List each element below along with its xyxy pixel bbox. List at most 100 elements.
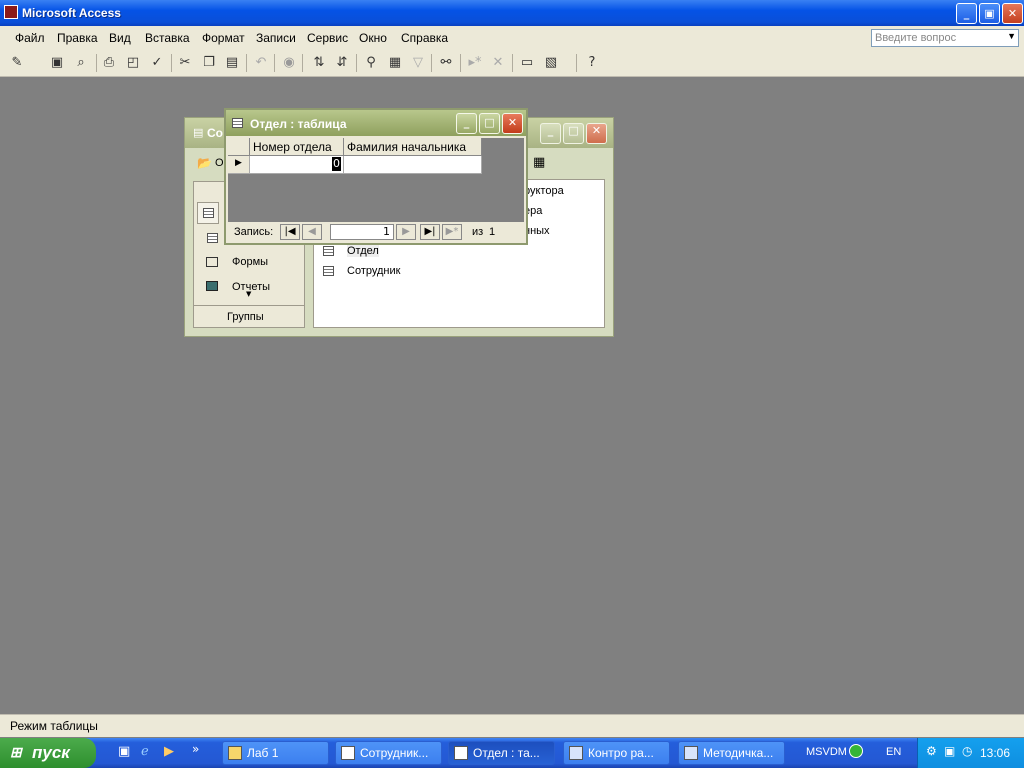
previous-record-button[interactable]: ◀ — [302, 224, 322, 240]
reports-label[interactable]: Отчеты — [232, 281, 270, 290]
task-metodichka[interactable]: Методичка... — [678, 741, 785, 765]
search-file-icon[interactable]: ⌕ — [72, 54, 90, 72]
task-kontrol[interactable]: Контро ра... — [563, 741, 670, 765]
filter-selection-icon[interactable]: ⚲ — [362, 54, 380, 72]
table-item-sotrudnik[interactable]: Сотрудник — [347, 265, 400, 277]
menu-window[interactable]: Окно — [359, 31, 387, 45]
database-icon: ▤ — [193, 126, 204, 139]
task-sotrudnik[interactable]: Сотрудник... — [335, 741, 442, 765]
record-count: 1 — [489, 226, 496, 238]
clock[interactable]: 13:06 — [980, 746, 1010, 760]
monitor-icon[interactable]: ▣ — [944, 744, 955, 758]
table-item-otdel[interactable]: Отдел — [347, 245, 379, 257]
paste-icon[interactable]: ▤ — [223, 54, 241, 72]
first-record-button[interactable]: |◀ — [280, 224, 300, 240]
hyperlink-icon[interactable]: ◉ — [280, 54, 298, 72]
forms-icon[interactable] — [206, 257, 218, 267]
find-icon[interactable]: ⚯ — [437, 54, 455, 72]
menu-edit[interactable]: Правка — [57, 31, 98, 45]
table-maximize-button[interactable]: □ — [479, 113, 500, 134]
chevron-down-icon[interactable]: ▼ — [246, 290, 251, 298]
language-indicator[interactable]: EN — [886, 746, 901, 758]
scheduler-icon[interactable]: ◷ — [962, 744, 972, 758]
sort-descending-icon[interactable]: ⇵ — [333, 54, 351, 72]
row-selector[interactable]: ▶ — [228, 156, 250, 174]
media-player-icon[interactable]: ▶ — [164, 744, 174, 759]
table-minimize-button[interactable]: _ — [456, 113, 477, 134]
tables-object-button[interactable] — [197, 202, 219, 224]
apply-filter-icon[interactable]: ▽ — [409, 54, 427, 72]
save-icon[interactable]: ▣ — [48, 54, 66, 72]
last-record-button[interactable]: ▶| — [420, 224, 440, 240]
word-icon — [684, 746, 698, 760]
menu-help[interactable]: Справка — [401, 31, 448, 45]
db-close-button[interactable]: ✕ — [586, 123, 607, 144]
reports-icon[interactable] — [206, 281, 218, 291]
undo-icon[interactable]: ↶ — [252, 54, 270, 72]
database-window-icon[interactable]: ▭ — [518, 54, 536, 72]
sort-ascending-icon[interactable]: ⇅ — [310, 54, 328, 72]
menu-format[interactable]: Формат — [202, 31, 245, 45]
table-icon — [323, 246, 334, 256]
more-icon[interactable]: » — [192, 742, 199, 756]
menu-insert[interactable]: Вставка — [145, 31, 190, 45]
table-cell[interactable]: 0 — [250, 156, 344, 174]
list-item[interactable]: руктора — [524, 185, 564, 197]
help-icon[interactable]: ? — [583, 54, 601, 72]
menu-file[interactable]: Файл — [15, 31, 45, 45]
print-icon[interactable]: ⎙ — [100, 54, 118, 72]
row-selector-header[interactable] — [228, 138, 250, 156]
minimize-button[interactable]: _ — [956, 3, 977, 24]
spelling-icon[interactable]: ✓ — [148, 54, 166, 72]
open-icon[interactable]: 📂 — [197, 156, 212, 170]
ask-question-placeholder: Введите вопрос — [875, 32, 957, 44]
task-otdel[interactable]: Отдел : та... — [448, 741, 555, 765]
new-record-button[interactable]: ▶* — [442, 224, 462, 240]
record-number-input[interactable]: 1 — [330, 224, 394, 240]
table-cell[interactable] — [344, 156, 482, 174]
new-object-icon[interactable]: ▧ — [542, 54, 560, 72]
copy-icon[interactable]: ❐ — [200, 54, 218, 72]
view-icon[interactable]: ✎ — [8, 54, 26, 72]
record-label: Запись: — [234, 226, 274, 238]
green-status-icon[interactable] — [849, 744, 863, 758]
start-button[interactable]: ⊞ пуск — [0, 738, 96, 768]
menu-records[interactable]: Записи — [256, 31, 296, 45]
db-maximize-button[interactable]: □ — [563, 123, 584, 144]
column-header[interactable]: Номер отдела — [250, 138, 344, 156]
menu-view[interactable]: Вид — [109, 31, 131, 45]
internet-explorer-icon[interactable]: ℯ — [141, 744, 149, 759]
delete-record-icon[interactable]: ✕ — [489, 54, 507, 72]
queries-icon[interactable] — [207, 233, 218, 243]
new-record-icon[interactable]: ▸* — [466, 54, 484, 72]
database-window-title: Со — [207, 126, 223, 140]
db-minimize-button[interactable]: _ — [540, 123, 561, 144]
next-record-button[interactable]: ▶ — [396, 224, 416, 240]
task-label: Отдел : та... — [473, 746, 540, 760]
cell-value[interactable]: 0 — [332, 157, 341, 171]
status-text: Режим таблицы — [10, 719, 98, 733]
ask-question-box[interactable]: Введите вопрос ▼ — [871, 29, 1019, 47]
chevron-down-icon[interactable]: ▼ — [1007, 31, 1016, 41]
details-view-icon[interactable]: ▦ — [533, 155, 545, 170]
datasheet-grid: Номер отдела Фамилия начальника ▶ 0 — [228, 138, 524, 222]
close-button[interactable]: ✕ — [1002, 3, 1023, 24]
groups-label[interactable]: Группы — [227, 311, 264, 323]
column-header[interactable]: Фамилия начальника — [344, 138, 482, 156]
filter-form-icon[interactable]: ▦ — [386, 54, 404, 72]
show-desktop-icon[interactable]: ▣ — [118, 744, 130, 759]
task-label: Сотрудник... — [360, 746, 429, 760]
db-open-button-label[interactable]: О — [215, 157, 224, 169]
task-lab1[interactable]: Лаб 1 — [222, 741, 329, 765]
cut-icon[interactable]: ✂ — [176, 54, 194, 72]
task-label: Методичка... — [703, 746, 774, 760]
print-preview-icon[interactable]: ◰ — [124, 54, 142, 72]
table-close-button[interactable]: ✕ — [502, 113, 523, 134]
network-icon[interactable]: ⚙ — [926, 744, 937, 758]
menu-tools[interactable]: Сервис — [307, 31, 348, 45]
restore-button[interactable]: ▣ — [979, 3, 1000, 24]
forms-label[interactable]: Формы — [232, 256, 268, 268]
record-navigation-bar: Запись: |◀ ◀ 1 ▶ ▶| ▶* из 1 — [228, 222, 524, 242]
start-label[interactable]: пуск — [32, 743, 70, 763]
table-window-title: Отдел : таблица — [250, 117, 347, 131]
